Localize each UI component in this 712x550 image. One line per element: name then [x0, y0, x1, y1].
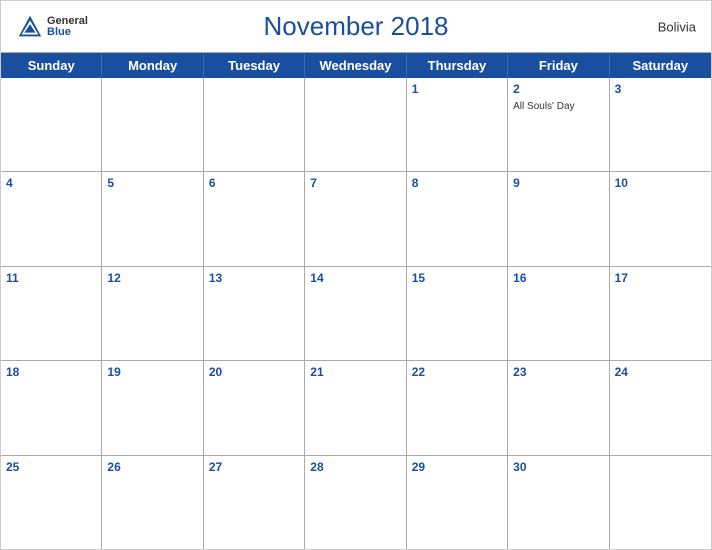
day-cell-w2-d7: 10: [610, 172, 711, 265]
day-number: 13: [209, 271, 299, 285]
day-number: 11: [6, 271, 96, 285]
day-cell-w2-d2: 5: [102, 172, 203, 265]
day-number: 5: [107, 176, 197, 190]
day-number: 8: [412, 176, 502, 190]
day-cell-w1-d6: 2 All Souls' Day: [508, 78, 609, 171]
day-number: 29: [412, 460, 502, 474]
day-number: 19: [107, 365, 197, 379]
day-number: 18: [6, 365, 96, 379]
day-headers-row: Sunday Monday Tuesday Wednesday Thursday…: [1, 53, 711, 78]
header-saturday: Saturday: [610, 53, 711, 78]
header-sunday: Sunday: [1, 53, 102, 78]
day-cell-w3-d5: 15: [407, 267, 508, 360]
week-row-4: 18 19 20 21 22 23 24: [1, 361, 711, 455]
holiday-label: All Souls' Day: [513, 101, 574, 112]
day-number: 4: [6, 176, 96, 190]
calendar-header: General Blue November 2018 Bolivia: [1, 1, 711, 52]
day-cell-w1-d7: 3: [610, 78, 711, 171]
week-row-3: 11 12 13 14 15 16 17: [1, 267, 711, 361]
day-cell-w1-d2: [102, 78, 203, 171]
day-number: 9: [513, 176, 603, 190]
day-cell-w3-d6: 16: [508, 267, 609, 360]
country-label: Bolivia: [658, 19, 696, 34]
day-cell-w5-d1: 25: [1, 456, 102, 549]
logo-text-block: General Blue: [47, 16, 88, 38]
day-cell-w4-d2: 19: [102, 361, 203, 454]
calendar-title: November 2018: [264, 11, 449, 42]
day-cell-w2-d6: 9: [508, 172, 609, 265]
day-number: 2: [513, 82, 603, 96]
day-cell-w5-d6: 30: [508, 456, 609, 549]
day-number: 22: [412, 365, 502, 379]
day-number: 1: [412, 82, 502, 96]
day-cell-w5-d2: 26: [102, 456, 203, 549]
day-cell-w3-d1: 11: [1, 267, 102, 360]
day-number: 12: [107, 271, 197, 285]
day-number: 6: [209, 176, 299, 190]
day-cell-w4-d7: 24: [610, 361, 711, 454]
header-friday: Friday: [508, 53, 609, 78]
day-cell-w1-d4: [305, 78, 406, 171]
day-number: 20: [209, 365, 299, 379]
week-row-2: 456789 10: [1, 172, 711, 266]
logo: General Blue: [16, 13, 88, 41]
day-cell-w1-d5: 1: [407, 78, 508, 171]
day-cell-w4-d3: 20: [204, 361, 305, 454]
day-cell-w3-d4: 14: [305, 267, 406, 360]
day-cell-w2-d3: 6: [204, 172, 305, 265]
day-cell-w2-d1: 4: [1, 172, 102, 265]
day-number: 25: [6, 460, 96, 474]
generalblue-logo-icon: [16, 13, 44, 41]
day-number: 10: [615, 176, 706, 190]
header-thursday: Thursday: [407, 53, 508, 78]
day-cell-w3-d3: 13: [204, 267, 305, 360]
header-wednesday: Wednesday: [305, 53, 406, 78]
week-row-1: 12 All Souls' Day 3: [1, 78, 711, 172]
day-number: 24: [615, 365, 706, 379]
day-cell-w5-d4: 28: [305, 456, 406, 549]
day-number: 15: [412, 271, 502, 285]
day-cell-w2-d5: 8: [407, 172, 508, 265]
day-number: 26: [107, 460, 197, 474]
day-cell-w4-d4: 21: [305, 361, 406, 454]
day-number: 7: [310, 176, 400, 190]
day-cell-w2-d4: 7: [305, 172, 406, 265]
day-cell-w3-d2: 12: [102, 267, 203, 360]
day-cell-w3-d7: 17: [610, 267, 711, 360]
day-number: 27: [209, 460, 299, 474]
day-cell-w4-d1: 18: [1, 361, 102, 454]
day-number: 21: [310, 365, 400, 379]
day-number: 3: [615, 82, 706, 96]
day-number: 16: [513, 271, 603, 285]
day-number: 23: [513, 365, 603, 379]
day-cell-w5-d5: 29: [407, 456, 508, 549]
header-tuesday: Tuesday: [204, 53, 305, 78]
day-number: 17: [615, 271, 706, 285]
calendar-container: General Blue November 2018 Bolivia Sunda…: [0, 0, 712, 550]
day-number: 30: [513, 460, 603, 474]
day-cell-w5-d7: [610, 456, 711, 549]
day-cell-w4-d6: 23: [508, 361, 609, 454]
week-row-5: 25 26 27 28 29 30: [1, 456, 711, 549]
day-cell-w1-d1: [1, 78, 102, 171]
calendar-grid: Sunday Monday Tuesday Wednesday Thursday…: [1, 52, 711, 549]
day-cell-w1-d3: [204, 78, 305, 171]
day-number: 28: [310, 460, 400, 474]
day-number: 14: [310, 271, 400, 285]
logo-blue: Blue: [47, 27, 71, 38]
header-monday: Monday: [102, 53, 203, 78]
weeks-container: 12All Souls' Day345678910111213141516171…: [1, 78, 711, 549]
day-cell-w4-d5: 22: [407, 361, 508, 454]
day-cell-w5-d3: 27: [204, 456, 305, 549]
